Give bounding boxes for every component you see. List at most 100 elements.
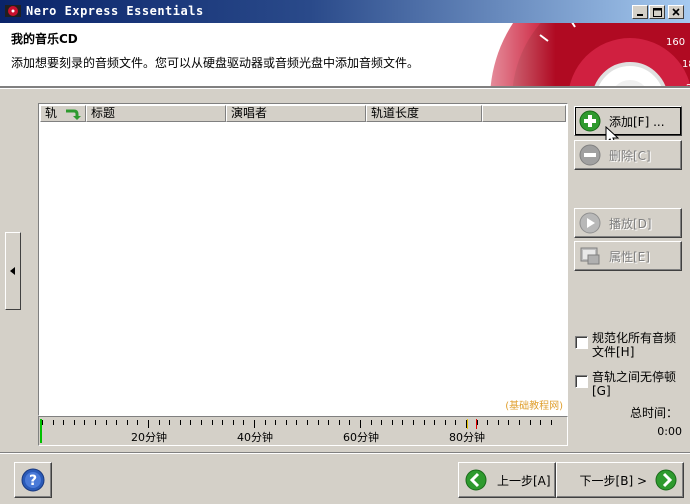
- timeline-tick: [497, 420, 499, 425]
- timeline-tick: [179, 420, 181, 425]
- timeline-tick: [126, 420, 128, 425]
- page-title: 我的音乐CD: [11, 32, 78, 46]
- normalize-audio-label: 规范化所有音频 文件[H]: [592, 331, 677, 359]
- timeline-tick: [328, 420, 330, 425]
- timeline-tick: [519, 420, 520, 425]
- track-list[interactable]: 轨 标题 演唱者 轨道长度 (基础教程网): [38, 103, 568, 416]
- next-button[interactable]: 下一步[B] >: [556, 462, 684, 498]
- sidebar-toggle-button[interactable]: [5, 232, 21, 310]
- timeline-capacity-limit-marker: [476, 419, 477, 429]
- timeline-tick: [137, 420, 139, 425]
- properties-icon: [580, 247, 600, 265]
- timeline-tick: [413, 420, 414, 425]
- timeline-tick: [158, 420, 160, 425]
- play-button[interactable]: 播放[D]: [574, 208, 682, 238]
- timeline-tick: [338, 420, 340, 425]
- timeline-label: 20分钟: [131, 431, 167, 444]
- help-button[interactable]: ?: [14, 462, 52, 498]
- properties-button[interactable]: 属性[E]: [574, 241, 682, 271]
- minimize-icon: [637, 14, 643, 16]
- timeline-tick: [211, 420, 213, 425]
- timeline-tick: [402, 420, 404, 425]
- wizard-header: 我的音乐CD 添加想要刻录的音频文件。您可以从硬盘驱动器或音频光盘中添加音频文件…: [0, 23, 690, 87]
- timeline-tick: [296, 420, 298, 425]
- column-header-track[interactable]: 轨: [40, 105, 86, 122]
- column-header-filler: [482, 105, 566, 122]
- timeline-tick: [487, 420, 489, 425]
- timeline-tick: [148, 420, 149, 428]
- timeline-tick: [116, 420, 118, 425]
- timeline-tick: [317, 420, 319, 425]
- title-bar[interactable]: Nero Express Essentials: [0, 0, 690, 23]
- total-time-value: 0:00: [657, 425, 682, 438]
- sort-arrow-icon: [66, 109, 81, 120]
- timeline-tick: [550, 420, 552, 425]
- normalize-audio-checkbox[interactable]: [575, 336, 588, 349]
- plus-circle-icon: [579, 110, 601, 132]
- header-divider: [0, 87, 690, 89]
- timeline-label: 80分钟: [449, 431, 485, 444]
- timeline-tick: [105, 420, 107, 425]
- column-header-length[interactable]: 轨道长度: [366, 105, 482, 122]
- timeline-tick: [232, 420, 234, 425]
- close-icon: [672, 8, 680, 16]
- minus-circle-icon: [579, 144, 601, 166]
- timeline-tick: [508, 420, 510, 425]
- nero-app-icon[interactable]: [4, 3, 22, 19]
- maximize-icon: [652, 7, 662, 17]
- timeline-tick: [42, 420, 43, 425]
- timeline-tick: [264, 420, 266, 425]
- normalize-audio-option[interactable]: 规范化所有音频 文件[H]: [575, 331, 676, 359]
- back-button[interactable]: 上一步[A]: [458, 462, 556, 498]
- track-list-header: 轨 标题 演唱者 轨道长度: [40, 105, 566, 122]
- disc-capacity-timeline: 20分钟 40分钟 60分钟 80分钟: [38, 416, 568, 446]
- no-gap-checkbox[interactable]: [575, 375, 588, 388]
- timeline-tick: [434, 420, 436, 425]
- timeline-tick: [73, 420, 75, 425]
- timeline-capacity-warning-marker: [467, 419, 468, 429]
- timeline-tick: [201, 420, 202, 425]
- timeline-tick: [169, 420, 171, 425]
- timeline-tick: [381, 420, 383, 425]
- triangle-left-icon: [10, 267, 15, 275]
- window-title: Nero Express Essentials: [26, 4, 204, 18]
- timeline-tick: [360, 420, 361, 428]
- timeline-tick: [423, 420, 425, 425]
- timeline-tick: [285, 420, 287, 425]
- back-arrow-icon: [465, 469, 487, 491]
- next-arrow-icon: [655, 469, 677, 491]
- remove-button[interactable]: 删除[C]: [574, 140, 682, 170]
- timeline-tick: [222, 420, 224, 425]
- timeline-tick: [52, 420, 54, 425]
- timeline-tick: [349, 420, 351, 425]
- timeline-tick: [540, 420, 542, 425]
- timeline-tick: [370, 420, 372, 425]
- timeline-label: 60分钟: [343, 431, 379, 444]
- timeline-tick: [243, 420, 245, 425]
- timeline-tick: [63, 420, 65, 425]
- maximize-button[interactable]: [649, 5, 665, 19]
- close-button[interactable]: [668, 5, 684, 19]
- watermark-text: (基础教程网): [505, 401, 563, 412]
- column-header-artist[interactable]: 演唱者: [226, 105, 366, 122]
- minimize-button[interactable]: [632, 5, 648, 19]
- speedometer-graphic-icon: 160 180 200: [430, 23, 690, 86]
- timeline-tick: [95, 420, 96, 425]
- timeline-tick: [275, 420, 277, 425]
- add-button[interactable]: 添加[F] ...: [574, 106, 682, 136]
- timeline-tick: [84, 420, 86, 425]
- help-icon: ?: [21, 468, 45, 492]
- footer-divider: [0, 452, 690, 454]
- no-gap-option[interactable]: 音轨之间无停顿 [G]: [575, 370, 676, 398]
- timeline-tick: [529, 420, 531, 425]
- timeline-tick: [254, 420, 255, 428]
- svg-text:?: ?: [29, 473, 37, 489]
- column-header-title[interactable]: 标题: [86, 105, 226, 122]
- no-gap-label: 音轨之间无停顿 [G]: [592, 370, 677, 398]
- timeline-tick: [307, 420, 308, 425]
- timeline-tick: [455, 420, 457, 425]
- timeline-tick: [444, 420, 446, 425]
- page-description: 添加想要刻录的音频文件。您可以从硬盘驱动器或音频光盘中添加音频文件。: [11, 56, 420, 70]
- timeline-tick: [190, 420, 192, 425]
- total-time-label: 总时间：: [629, 406, 678, 420]
